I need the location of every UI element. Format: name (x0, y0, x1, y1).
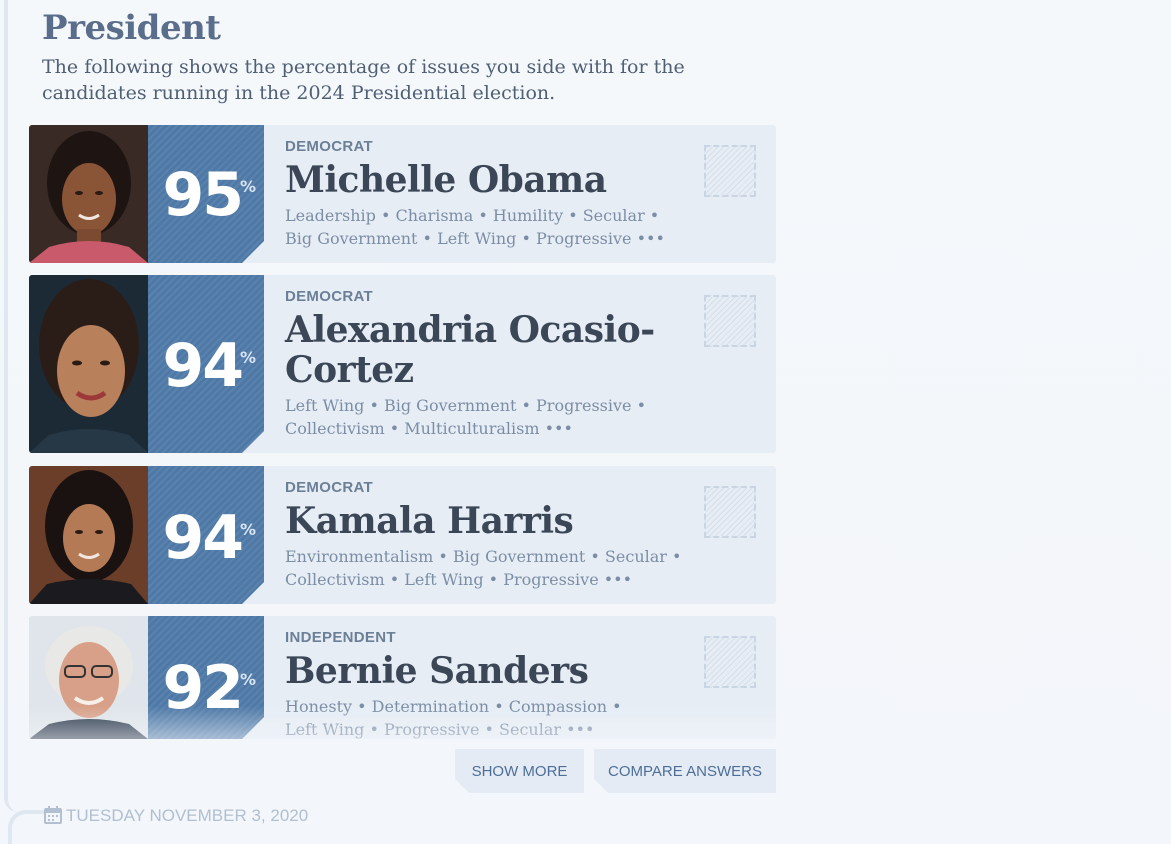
date-text: TUESDAY NOVEMBER 3, 2020 (66, 806, 309, 825)
party-label: DEMOCRAT (285, 288, 373, 305)
compare-answers-button[interactable]: COMPARE ANSWERS (594, 749, 776, 793)
traits-line: Collectivism • Multiculturalism ••• (285, 419, 573, 438)
checkbox-icon[interactable] (704, 486, 756, 538)
match-percentage: 94 % (148, 466, 264, 604)
candidate-name-line: Alexandria Ocasio- (285, 309, 655, 351)
candidate-traits: Honesty • Determination • Compassion • L… (285, 695, 705, 739)
party-label: DEMOCRAT (285, 479, 373, 496)
candidate-name[interactable]: Kamala Harris (285, 501, 705, 541)
traits-line: Environmentalism • Big Government • Secu… (285, 547, 682, 566)
candidate-name[interactable]: Michelle Obama (285, 160, 705, 200)
timeline-rail-connector (8, 810, 46, 844)
match-percentage: 95 % (148, 125, 264, 263)
candidate-name[interactable]: Alexandria Ocasio- Cortez (285, 310, 705, 390)
timeline-rail (4, 0, 20, 812)
candidate-photo (29, 125, 148, 263)
candidate-row[interactable]: 92 % INDEPENDENT Bernie Sanders Honesty … (29, 616, 776, 739)
percent-sign: % (240, 348, 257, 367)
percent-sign: % (240, 670, 257, 689)
percentage-value: 95 (162, 160, 242, 230)
traits-line: Honesty • Determination • Compassion • (285, 697, 622, 716)
percentage-value: 94 (162, 503, 242, 573)
percent-sign: % (240, 177, 257, 196)
party-label: DEMOCRAT (285, 138, 373, 155)
checkbox-icon[interactable] (704, 295, 756, 347)
match-percentage: 94 % (148, 275, 264, 453)
percent-sign: % (240, 520, 257, 539)
traits-line: Left Wing • Big Government • Progressive… (285, 396, 647, 415)
checkbox-icon[interactable] (704, 636, 756, 688)
candidate-name[interactable]: Bernie Sanders (285, 651, 705, 691)
page-subtitle: The following shows the percentage of is… (42, 56, 685, 104)
candidate-row[interactable]: 94 % DEMOCRAT Kamala Harris Environmenta… (29, 466, 776, 604)
candidate-row[interactable]: 95 % DEMOCRAT Michelle Obama Leadership … (29, 125, 776, 263)
traits-line: Big Government • Left Wing • Progressive… (285, 229, 665, 248)
checkbox-icon[interactable] (704, 145, 756, 197)
candidate-name-line: Cortez (285, 349, 414, 391)
page-title: President (42, 8, 221, 48)
percentage-value: 94 (162, 331, 242, 401)
calendar-icon (44, 806, 62, 829)
traits-line: Leadership • Charisma • Humility • Secul… (285, 206, 660, 225)
match-percentage: 92 % (148, 616, 264, 739)
timeline-date: TUESDAY NOVEMBER 3, 2020 (44, 806, 308, 829)
percentage-value: 92 (162, 653, 242, 723)
candidate-traits: Left Wing • Big Government • Progressive… (285, 394, 705, 440)
party-label: INDEPENDENT (285, 629, 396, 646)
traits-line: Left Wing • Progressive • Secular ••• (285, 720, 595, 739)
candidate-row[interactable]: 94 % DEMOCRAT Alexandria Ocasio- Cortez … (29, 275, 776, 453)
candidate-photo (29, 616, 148, 739)
show-more-button[interactable]: SHOW MORE (455, 749, 584, 793)
candidate-traits: Leadership • Charisma • Humility • Secul… (285, 204, 705, 250)
candidate-photo (29, 466, 148, 604)
traits-line: Collectivism • Left Wing • Progressive •… (285, 570, 633, 589)
candidate-traits: Environmentalism • Big Government • Secu… (285, 545, 705, 591)
candidate-photo (29, 275, 148, 453)
